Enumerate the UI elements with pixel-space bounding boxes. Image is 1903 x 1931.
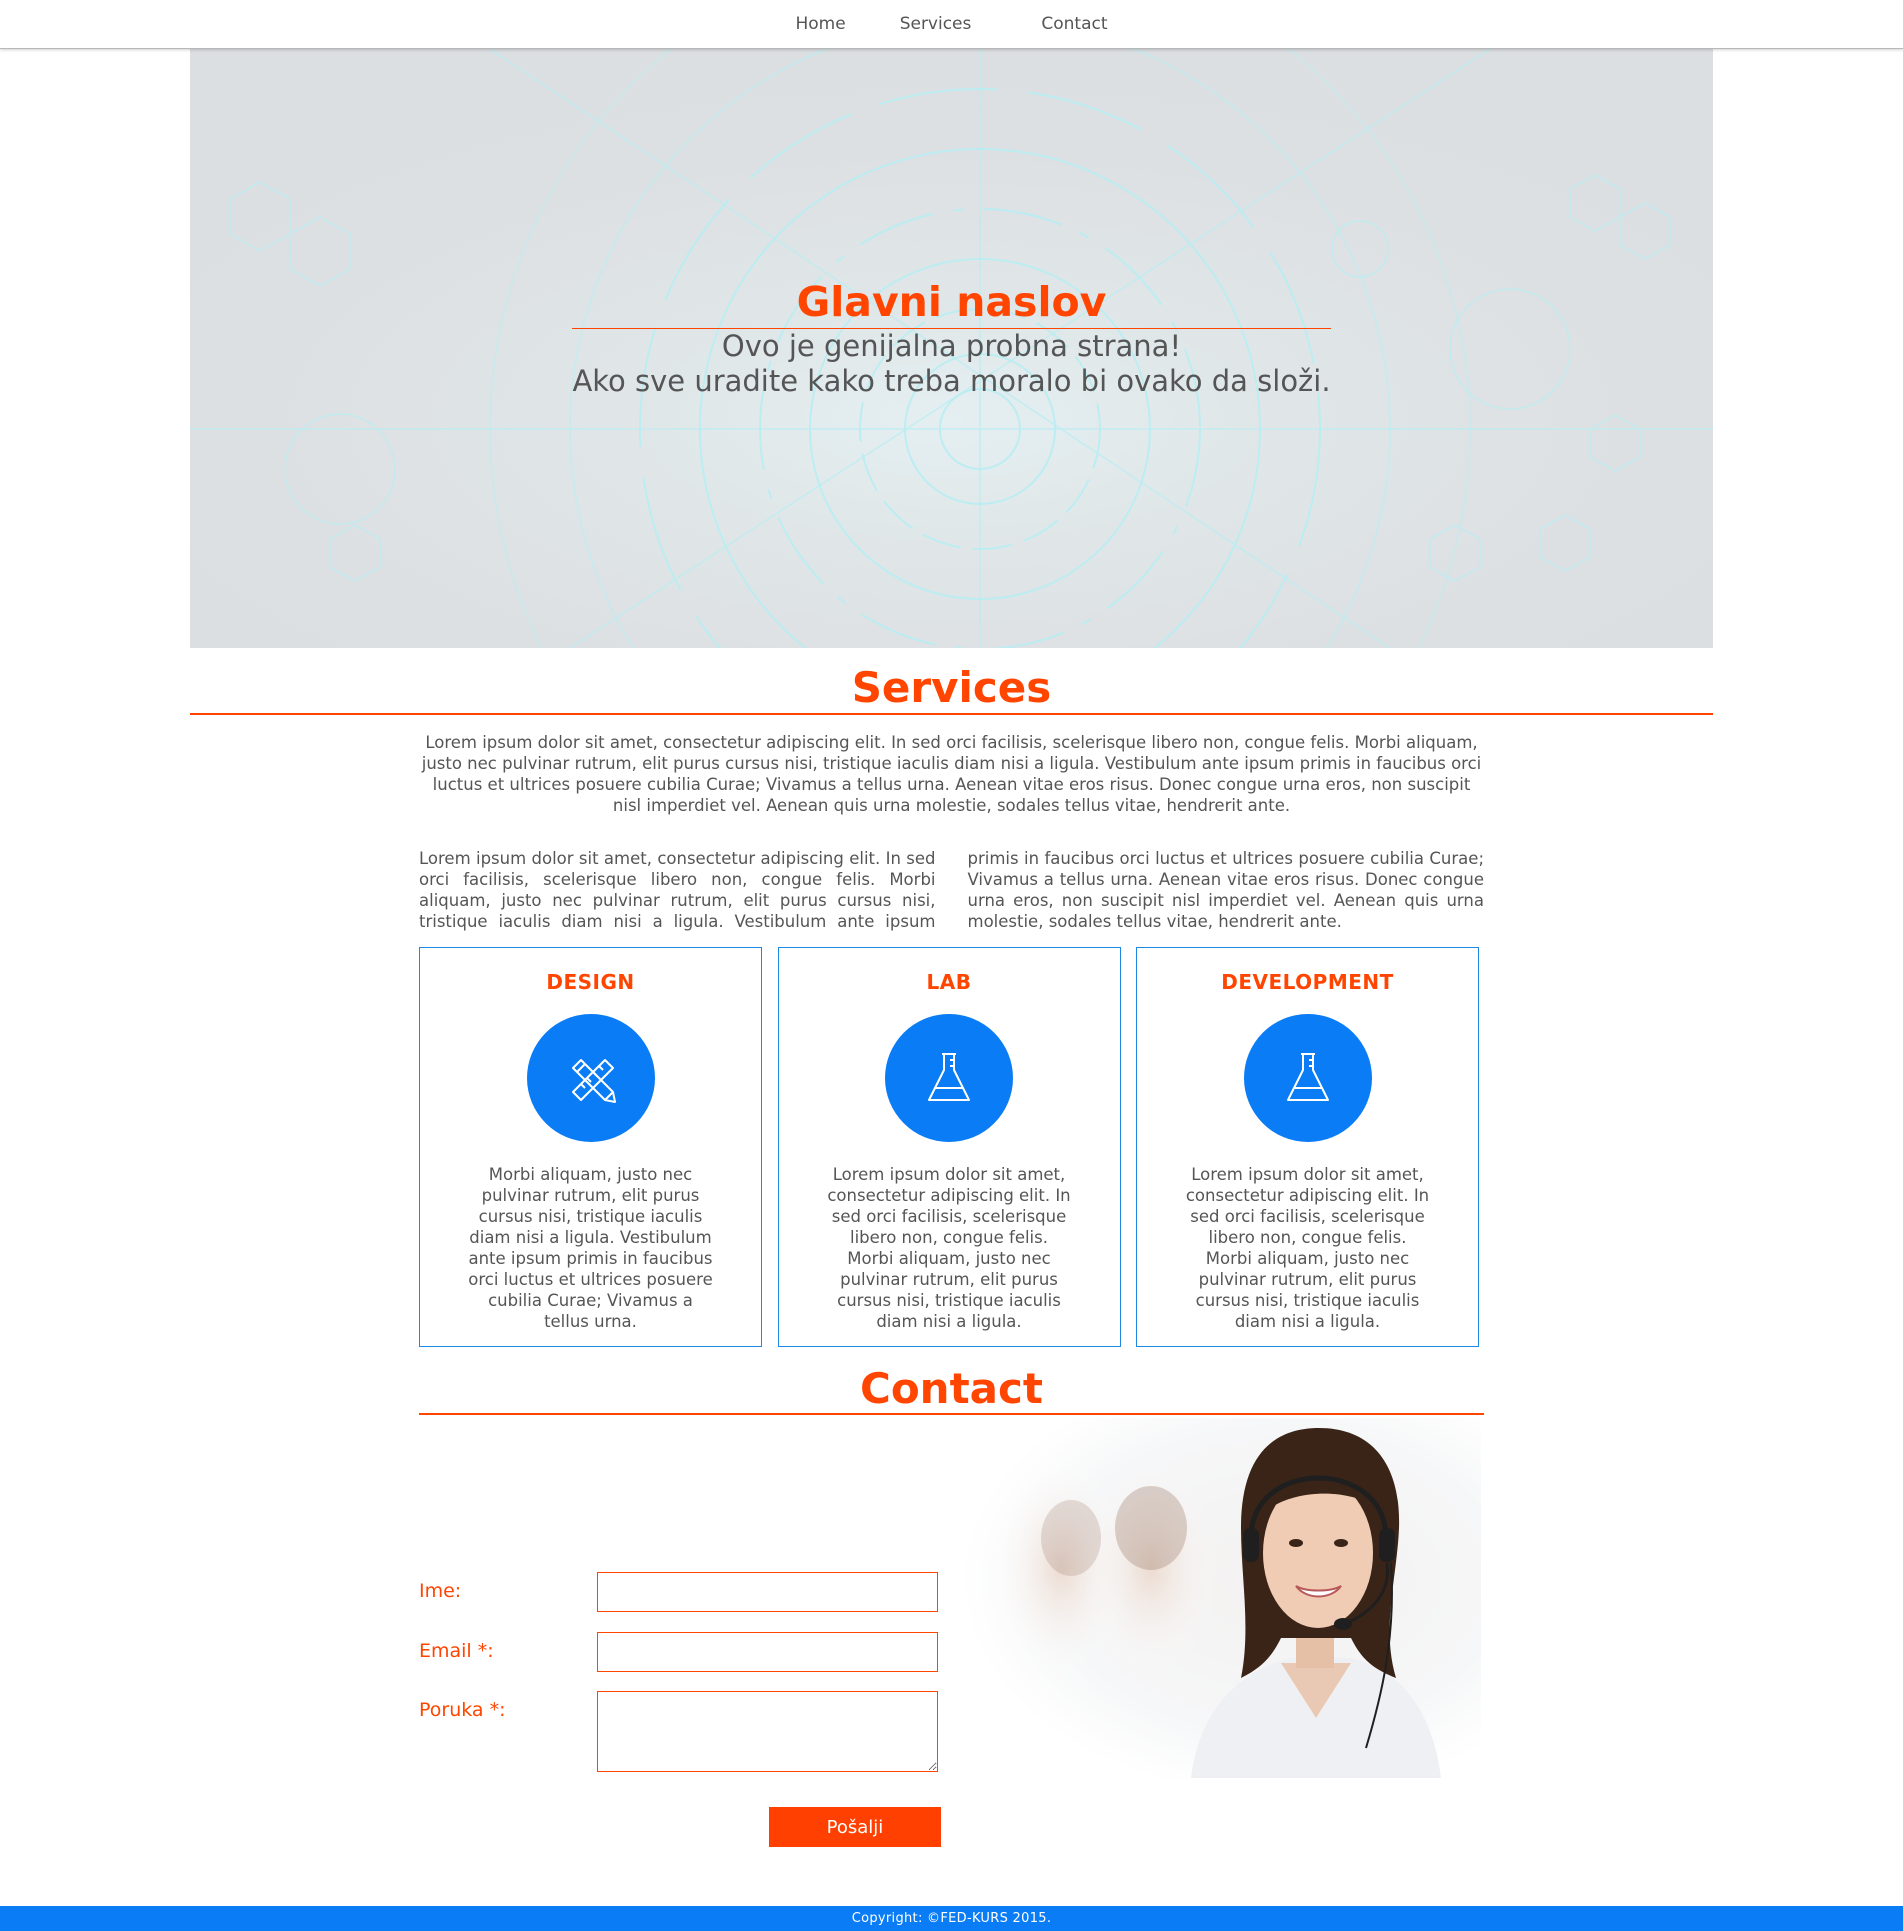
- email-label: Email *:: [419, 1640, 494, 1662]
- top-navigation: Home Services Contact: [0, 0, 1903, 49]
- card-description: Morbi aliquam, justo nec pulvinar rutrum…: [468, 1165, 713, 1331]
- name-input[interactable]: [597, 1572, 938, 1612]
- services-lead-paragraph: Lorem ipsum dolor sit amet, consectetur …: [421, 733, 1482, 815]
- pencil-ruler-icon: [526, 1014, 655, 1142]
- message-label: Poruka *:: [419, 1699, 506, 1721]
- services-two-column-text: Lorem ipsum dolor sit amet, consectetur …: [419, 849, 1484, 931]
- nav-home-link[interactable]: Home: [795, 0, 899, 49]
- submit-button[interactable]: Pošalji: [769, 1807, 941, 1847]
- hero-title: Glavni naslov: [572, 278, 1331, 329]
- service-card-design: DESIGN Morbi aliquam, justo nec pulvinar…: [419, 947, 762, 1347]
- card-description: Lorem ipsum dolor sit amet, consectetur …: [1185, 1165, 1430, 1331]
- hero-banner: Glavni naslov Ovo je genijalna probna st…: [190, 49, 1713, 648]
- hero-text: Glavni naslov Ovo je genijalna probna st…: [190, 49, 1713, 648]
- service-card-development: DEVELOPMENT Lorem ipsum dolor sit amet, …: [1136, 947, 1479, 1347]
- message-textarea[interactable]: [597, 1691, 938, 1772]
- hero-subtitle-line2: Ako sve uradite kako treba moralo bi ova…: [572, 364, 1331, 398]
- contact-heading: Contact: [419, 1365, 1484, 1415]
- name-label: Ime:: [419, 1580, 462, 1602]
- card-title: DEVELOPMENT: [1221, 970, 1394, 994]
- hero-text-block: Glavni naslov Ovo je genijalna probna st…: [572, 278, 1331, 399]
- hero-subtitle-line1: Ovo je genijalna probna strana!: [721, 329, 1182, 363]
- card-description: Lorem ipsum dolor sit amet, consectetur …: [827, 1165, 1071, 1331]
- flask-icon: [1243, 1014, 1372, 1142]
- nav-services-link[interactable]: Services: [900, 0, 1042, 49]
- copyright-text: Copyright: ©FED-KURS 2015.: [851, 1911, 1052, 1926]
- nav-list: Home Services Contact: [795, 0, 1107, 49]
- card-title: DESIGN: [546, 970, 635, 994]
- services-heading: Services: [190, 665, 1713, 715]
- service-card-lab: LAB Lorem ipsum dolor sit amet, consecte…: [777, 947, 1121, 1347]
- site-footer: Copyright: ©FED-KURS 2015.: [0, 1906, 1903, 1931]
- service-cards: DESIGN Morbi aliquam, justo nec pulvinar…: [419, 947, 1479, 1347]
- email-input[interactable]: [597, 1632, 938, 1672]
- call-center-agent-photo: [951, 1418, 1481, 1778]
- nav-contact-link[interactable]: Contact: [1041, 0, 1107, 49]
- card-title: LAB: [926, 970, 972, 994]
- flask-icon: [885, 1014, 1013, 1142]
